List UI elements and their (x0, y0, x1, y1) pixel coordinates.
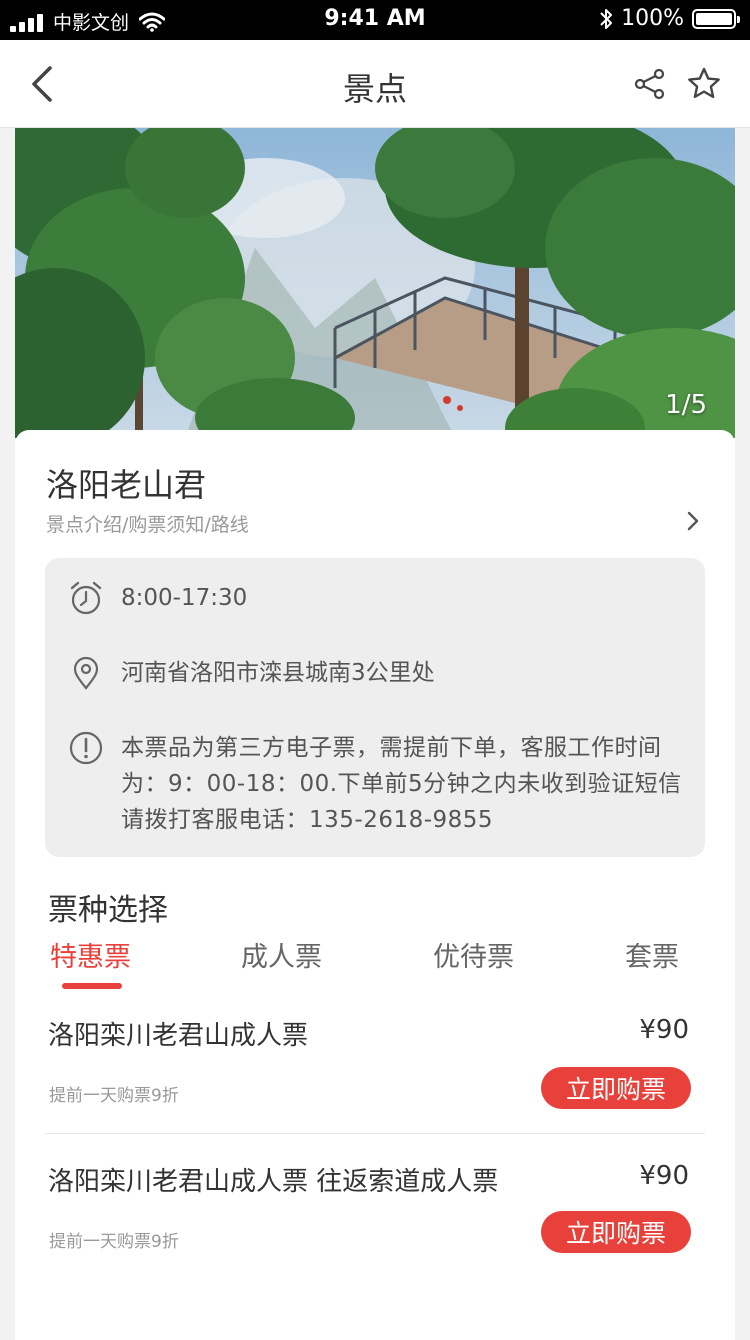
address-row: 河南省洛阳市滦县城南3公里处 (69, 655, 435, 691)
ticket-discount-note: 提前一天购票9折 (49, 1086, 179, 1106)
scenic-spot-card: 洛阳老山君 景点介绍/购票须知/路线 8:00-17:30 河南省洛阳市滦县城南… (15, 430, 735, 1340)
carrier-name: 中影文创 (53, 12, 130, 34)
spot-name: 洛阳老山君 (46, 466, 207, 504)
ticket-name: 洛阳栾川老君山成人票 往返索道成人票 (48, 1167, 499, 1197)
back-button[interactable] (26, 64, 58, 104)
active-tab-indicator (62, 983, 122, 989)
alarm-clock-icon (70, 581, 102, 615)
ticket-section-title: 票种选择 (48, 893, 168, 928)
battery-icon (692, 8, 740, 29)
address: 河南省洛阳市滦县城南3公里处 (121, 660, 435, 686)
buy-now-button[interactable]: 立即购票 (541, 1211, 691, 1253)
tab-concession[interactable]: 优待票 (433, 935, 514, 974)
buy-now-button[interactable]: 立即购票 (541, 1067, 691, 1109)
ticket-price: ¥90 (639, 1161, 689, 1191)
star-outline-icon[interactable] (686, 66, 722, 102)
share-icon[interactable] (634, 68, 666, 100)
ticket-price: ¥90 (639, 1015, 689, 1045)
spot-detail-links[interactable]: 景点介绍/购票须知/路线 (46, 510, 249, 537)
ticket-discount-note: 提前一天购票9折 (49, 1232, 179, 1252)
ticket-name: 洛阳栾川老君山成人票 (48, 1021, 309, 1051)
opening-hours-row: 8:00-17:30 (69, 580, 247, 616)
tab-discount[interactable]: 特惠票 (50, 935, 131, 974)
tab-adult[interactable]: 成人票 (241, 935, 322, 974)
navigation-bar: 景点 (0, 40, 750, 128)
scenic-photo-carousel[interactable]: 1/5 (15, 128, 735, 438)
battery-percent: 100% (621, 6, 684, 31)
status-bar-left: 中影文创 (10, 8, 166, 35)
bluetooth-icon (600, 8, 613, 29)
notice-row: 本票品为第三方电子票，需提前下单，客服工作时间为：9：00-18：00.下单前5… (69, 730, 696, 838)
chevron-right-icon[interactable] (685, 510, 701, 532)
scenic-photo (15, 128, 735, 438)
ticket-type-tabs: 特惠票 成人票 优待票 套票 (15, 935, 735, 995)
signal-icon (10, 12, 43, 32)
wifi-icon (139, 12, 166, 32)
info-panel: 8:00-17:30 河南省洛阳市滦县城南3公里处 本票品为第三方电子票，需提前… (45, 558, 705, 857)
battery-fill (696, 12, 732, 25)
location-pin-icon (73, 656, 99, 690)
photo-counter: 1/5 (665, 390, 707, 420)
status-bar-right: 100% (599, 6, 740, 31)
ticket-divider (45, 1133, 705, 1134)
info-alert-icon (69, 731, 103, 765)
opening-hours: 8:00-17:30 (121, 585, 248, 611)
tab-package[interactable]: 套票 (625, 935, 679, 974)
status-bar: 中影文创 9:41 AM 100% (0, 0, 750, 40)
ticket-notice: 本票品为第三方电子票，需提前下单，客服工作时间为：9：00-18：00.下单前5… (121, 735, 682, 833)
